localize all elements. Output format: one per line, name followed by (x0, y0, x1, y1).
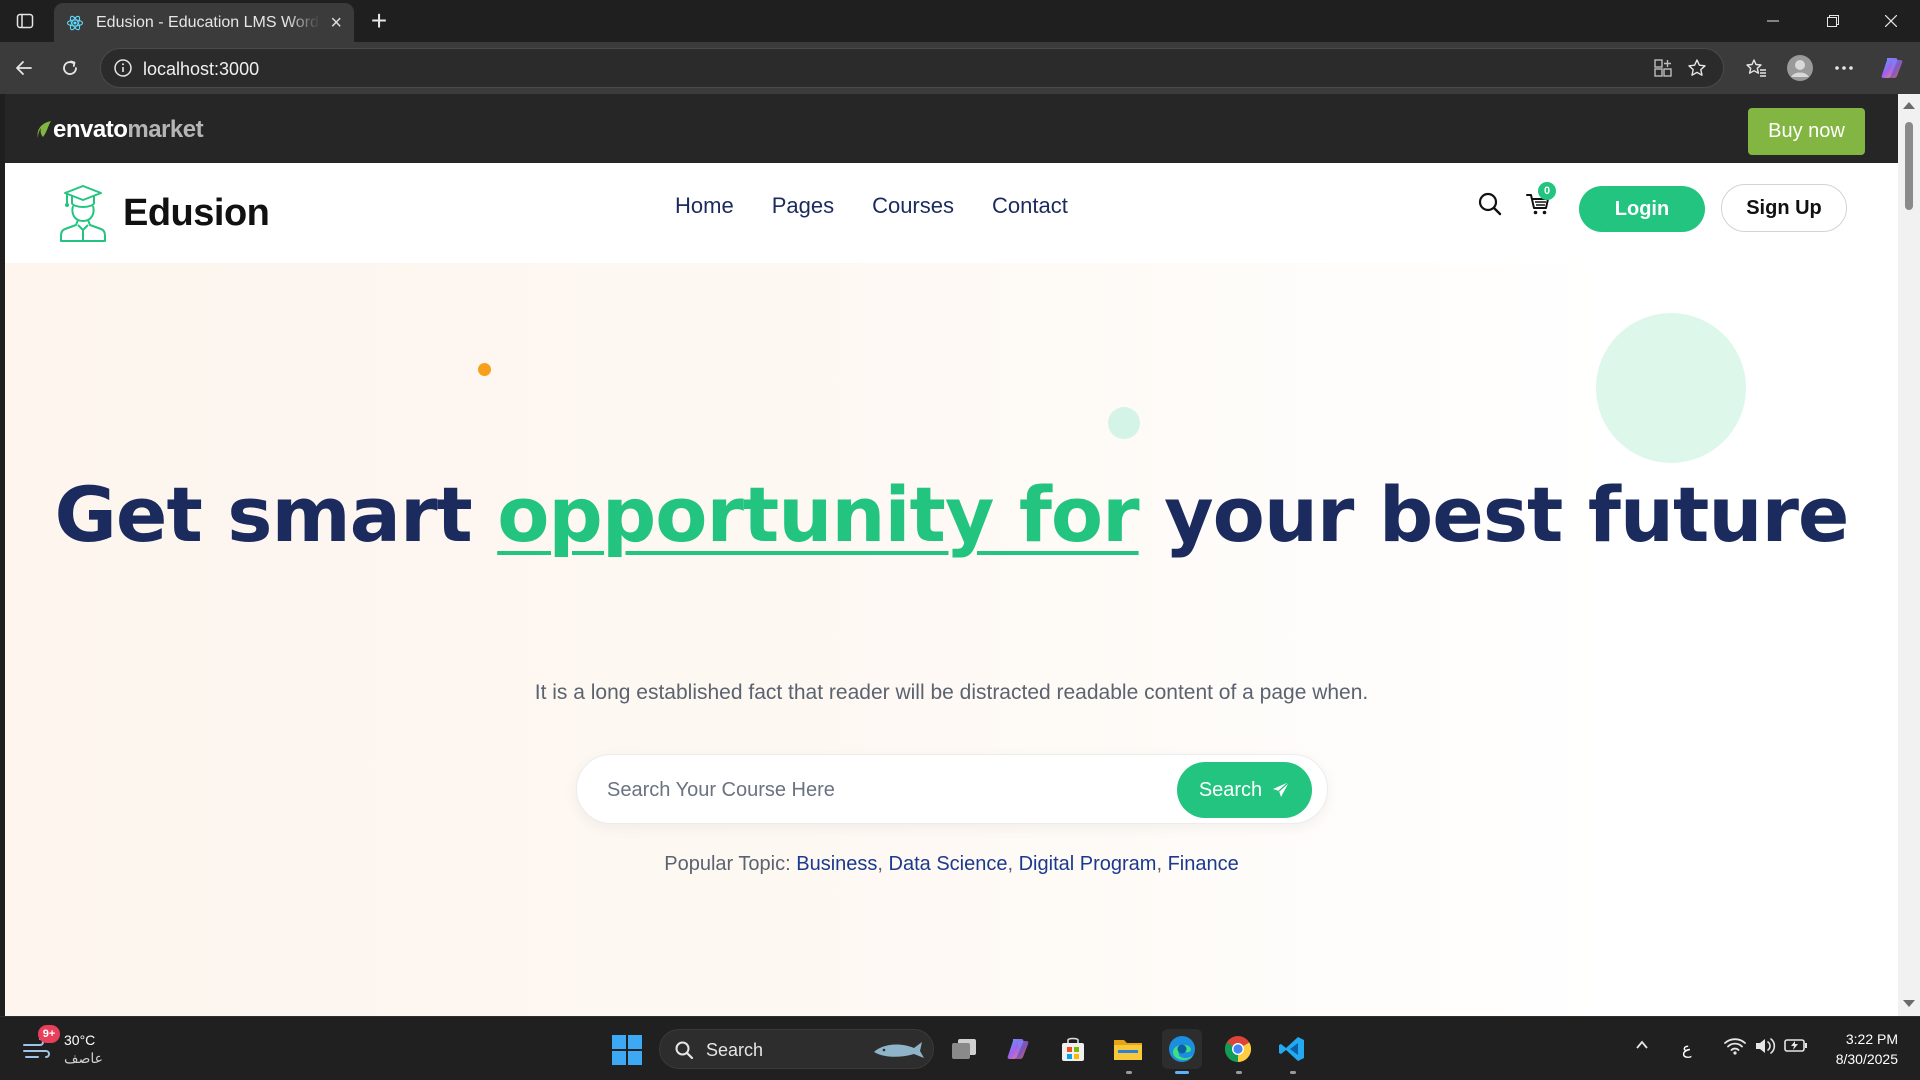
weather-text: 30°C عاصف (64, 1031, 103, 1067)
course-search-bar: Search (576, 754, 1328, 824)
hero-title: Get smart opportunity for your best futu… (5, 463, 1898, 567)
signup-button[interactable]: Sign Up (1721, 184, 1847, 232)
windows-start-icon[interactable] (612, 1035, 642, 1070)
course-search-input[interactable] (607, 771, 1147, 809)
microsoft-store-icon[interactable] (1053, 1029, 1093, 1069)
decorative-green-dot (1108, 407, 1140, 439)
chrome-browser-icon[interactable] (1218, 1029, 1258, 1069)
nav-pages[interactable]: Pages (772, 193, 834, 219)
weather-alert-badge: 9+ (38, 1025, 60, 1043)
favorite-star-icon[interactable] (1687, 58, 1707, 83)
tab-close-icon[interactable]: × (330, 13, 342, 33)
site-info-icon[interactable] (113, 58, 133, 83)
browser-address-bar: localhost:3000 (0, 42, 1920, 94)
main-navigation: Home Pages Courses Contact (675, 193, 1068, 219)
minimize-button[interactable] (1744, 0, 1802, 42)
vscode-icon[interactable] (1272, 1029, 1312, 1069)
graduate-logo-icon (60, 185, 106, 242)
tab-actions-icon[interactable] (10, 6, 40, 36)
search-highlight-whale-icon (874, 1042, 924, 1058)
weather-temp: 30°C (64, 1032, 96, 1048)
login-button[interactable]: Login (1579, 186, 1705, 232)
clock-time: 3:22 PM (1845, 1031, 1898, 1047)
weather-widget[interactable]: 9+ 30°C عاصف (22, 1025, 103, 1067)
chrome-running-indicator (1236, 1071, 1242, 1074)
tab-title: Edusion - Education LMS WordPress Theme (96, 13, 320, 31)
profile-avatar-icon[interactable] (1784, 52, 1816, 84)
envato-market-logo[interactable]: envato market (35, 116, 204, 144)
paper-plane-icon (1273, 781, 1290, 797)
envato-logo-text: envato (53, 116, 128, 143)
hero-section: Get smart opportunity for your best futu… (5, 263, 1898, 1016)
envato-leaf-icon (37, 121, 51, 138)
reload-icon[interactable] (54, 52, 86, 84)
clock-date: 8/30/2025 (1835, 1051, 1898, 1067)
taskbar-search-icon (675, 1041, 694, 1060)
nav-courses[interactable]: Courses (872, 193, 954, 219)
decorative-orange-dot (478, 363, 491, 376)
new-tab-button[interactable]: + (364, 5, 394, 36)
nav-home[interactable]: Home (675, 193, 734, 219)
app-available-icon[interactable] (1653, 58, 1673, 83)
input-language-indicator[interactable]: ع (1682, 1039, 1692, 1059)
windows-taskbar: 9+ 30°C عاصف Search ع 3:22 PM 8/30/2025 (0, 1016, 1920, 1080)
popular-topics: Popular Topic: Business, Data Science, D… (664, 853, 1239, 875)
system-clock[interactable]: 3:22 PM 8/30/2025 (1818, 1029, 1898, 1069)
favorites-icon[interactable] (1740, 52, 1772, 84)
nav-contact[interactable]: Contact (992, 193, 1068, 219)
scroll-up-arrow-icon[interactable] (1903, 102, 1915, 109)
scrollbar-thumb[interactable] (1905, 122, 1913, 210)
url-omnibox[interactable]: localhost:3000 (100, 48, 1724, 88)
file-explorer-icon[interactable] (1108, 1029, 1148, 1069)
hero-title-accent: opportunity for (497, 470, 1139, 559)
more-menu-icon[interactable] (1828, 52, 1860, 84)
vscode-running-indicator (1290, 1071, 1296, 1074)
file-explorer-running-indicator (1126, 1071, 1132, 1074)
topic-business[interactable]: Business (796, 853, 877, 875)
topic-data-science[interactable]: Data Science (889, 853, 1008, 875)
envato-market-bar: envato market Buy now (5, 94, 1898, 163)
show-hidden-icons-chevron-icon[interactable] (1634, 1037, 1650, 1058)
taskbar-search-label: Search (706, 1040, 764, 1060)
copilot-icon[interactable] (1876, 52, 1908, 84)
weather-desc: عاصف (64, 1050, 103, 1066)
close-window-button[interactable] (1862, 0, 1920, 42)
back-icon[interactable] (8, 52, 40, 84)
topic-finance[interactable]: Finance (1168, 853, 1239, 875)
restore-button[interactable] (1804, 0, 1862, 42)
popular-topics-label: Popular Topic: (664, 853, 791, 875)
scroll-down-arrow-icon[interactable] (1903, 1000, 1915, 1007)
volume-icon[interactable] (1754, 1037, 1776, 1060)
search-button[interactable]: Search (1177, 762, 1312, 818)
brand-logo[interactable]: Edusion (57, 183, 270, 243)
battery-charging-icon[interactable] (1784, 1037, 1808, 1058)
taskbar-search[interactable]: Search (659, 1029, 934, 1069)
url-text[interactable]: localhost:3000 (143, 59, 259, 80)
search-icon[interactable] (1477, 191, 1503, 222)
wifi-icon[interactable] (1724, 1037, 1746, 1060)
browser-tab-active[interactable]: Edusion - Education LMS WordPress Theme … (54, 3, 354, 42)
browser-tab-bar: Edusion - Education LMS WordPress Theme … (0, 0, 1920, 42)
cart-count-badge: 0 (1538, 182, 1556, 200)
site-header: Edusion Home Pages Courses Contact 0 Log… (5, 163, 1898, 263)
buy-now-button[interactable]: Buy now (1748, 108, 1865, 155)
decorative-green-circle (1596, 313, 1746, 463)
hero-subtitle: It is a long established fact that reade… (534, 681, 1369, 704)
brand-name: Edusion (123, 191, 270, 234)
page-viewport: envato market Buy now Edusion Home Pages… (5, 94, 1898, 1016)
edge-browser-icon[interactable] (1162, 1029, 1202, 1069)
edge-active-indicator (1175, 1071, 1189, 1074)
task-view-icon[interactable] (944, 1029, 984, 1069)
copilot-app-icon[interactable] (998, 1029, 1038, 1069)
page-scrollbar[interactable] (1898, 94, 1920, 1016)
hero-title-start: Get smart (54, 470, 498, 559)
market-logo-text: market (127, 116, 204, 143)
search-button-label: Search (1198, 778, 1263, 801)
hero-title-end: your best future (1138, 470, 1849, 559)
react-favicon-icon (66, 14, 84, 32)
topic-digital-program[interactable]: Digital Program (1019, 853, 1157, 875)
